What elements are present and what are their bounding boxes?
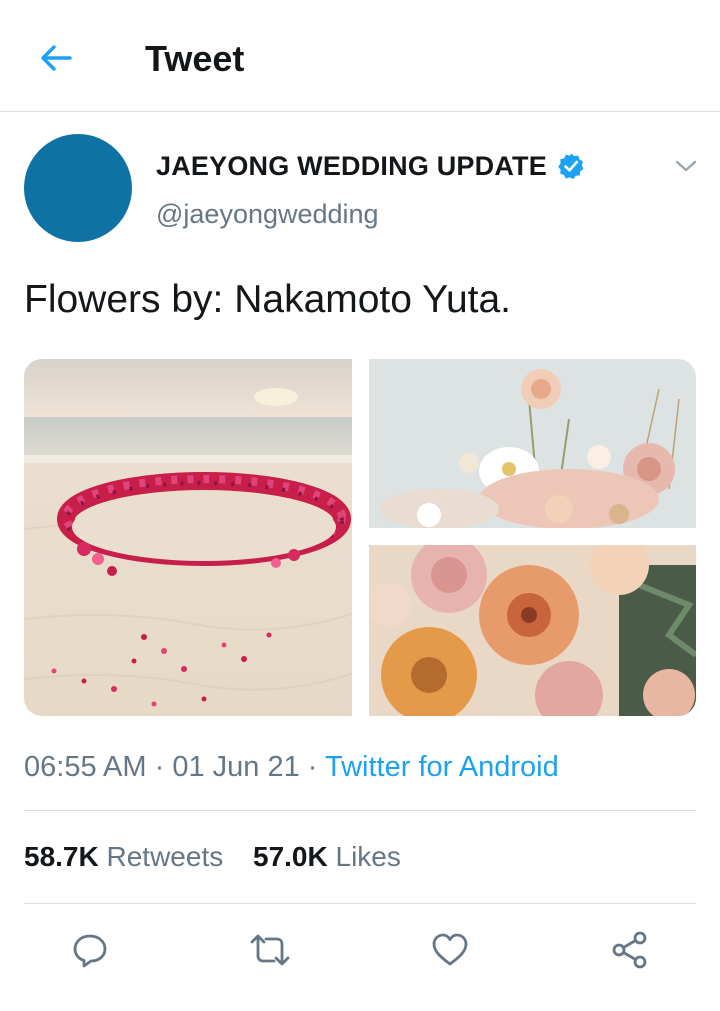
reply-icon: [73, 934, 107, 968]
chevron-down-icon: [675, 160, 697, 172]
retweets-count: 58.7K: [24, 841, 99, 872]
media-photo-rose-bouquet[interactable]: [369, 545, 696, 716]
tweet-date: 01 Jun 21: [172, 751, 300, 783]
retweet-button[interactable]: [248, 928, 292, 972]
verified-badge-icon: [557, 152, 585, 180]
author-display-name: JAEYONG WEDDING UPDATE: [156, 150, 547, 181]
page-title: Tweet: [145, 38, 245, 79]
share-button[interactable]: [608, 928, 652, 972]
media-photo-beach-flowers[interactable]: [24, 359, 352, 716]
tweet-actions: [0, 920, 720, 980]
tweet-meta: 06:55 AM · 01 Jun 21 · Twitter for Andro…: [24, 748, 559, 786]
meta-separator: ·: [154, 751, 165, 783]
avatar[interactable]: [24, 134, 132, 242]
retweets-stat[interactable]: 58.7K Retweets: [24, 841, 223, 872]
photo-peach-rose-bouquet: [369, 545, 696, 716]
tweet-stats: 58.7K Retweets 57.0K Likes: [24, 838, 423, 876]
divider: [24, 810, 696, 811]
arrow-left-icon: [41, 45, 72, 71]
photo-beach-flower-circle: [24, 359, 352, 716]
tweet-time: 06:55 AM: [24, 751, 147, 783]
top-app-bar: Tweet: [0, 0, 720, 112]
retweet-icon: [250, 934, 290, 966]
author-handle[interactable]: @jaeyongwedding: [156, 197, 379, 231]
back-button[interactable]: [30, 34, 82, 82]
like-button[interactable]: [428, 928, 472, 972]
more-options-button[interactable]: [668, 148, 704, 184]
tweet-text: Flowers by: Nakamoto Yuta.: [24, 278, 512, 321]
photo-pastel-flower-arrangement: [369, 359, 696, 528]
share-icon: [612, 931, 647, 969]
reply-button[interactable]: [68, 928, 112, 972]
media-photo-pastel-flowers[interactable]: [369, 359, 696, 528]
likes-stat[interactable]: 57.0K Likes: [253, 841, 401, 872]
meta-separator-2: ·: [307, 751, 318, 783]
media-grid: [24, 359, 696, 716]
likes-count: 57.0K: [253, 841, 328, 872]
divider: [24, 903, 696, 904]
author-name-row[interactable]: JAEYONG WEDDING UPDATE: [156, 146, 585, 186]
retweets-label: Retweets: [106, 841, 224, 872]
likes-label: Likes: [335, 841, 401, 872]
like-icon: [432, 933, 468, 966]
tweet-source-link[interactable]: Twitter for Android: [325, 751, 559, 783]
